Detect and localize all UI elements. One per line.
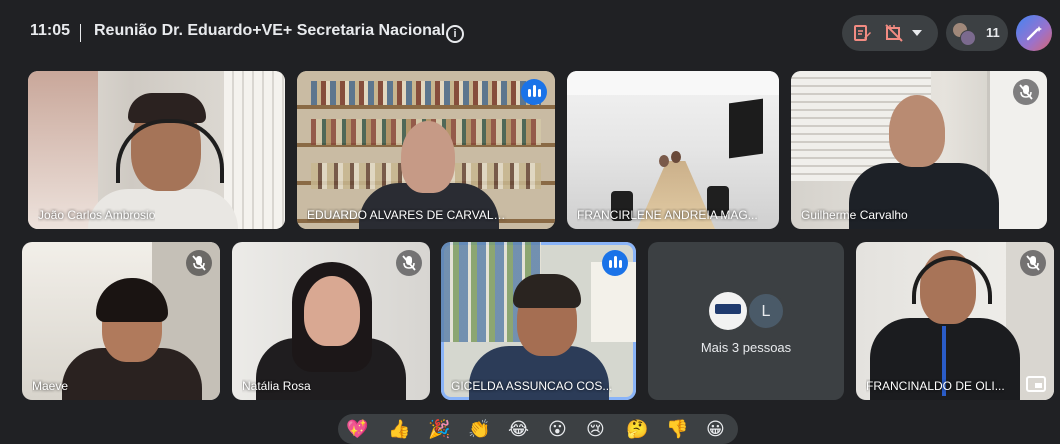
participant-tile[interactable]: FRANCIRLENE ANDREIA MAG... — [567, 71, 779, 229]
reaction-button[interactable]: 💖 — [346, 420, 368, 438]
reaction-button[interactable]: 😢 — [586, 420, 605, 438]
participant-tile[interactable]: EDUARDO ALVARES DE CARVALHO — [297, 71, 555, 229]
meeting-time: 11:05 — [30, 22, 71, 39]
window-background — [28, 71, 98, 229]
muted-microphone-icon — [1013, 79, 1039, 105]
participants-button[interactable]: 11 — [946, 15, 1008, 51]
picture-in-picture-icon[interactable] — [1026, 376, 1046, 392]
participant-name: Natália Rosa — [242, 379, 311, 393]
muted-microphone-icon — [1020, 250, 1046, 276]
participant-tile[interactable]: Natália Rosa — [232, 242, 430, 400]
info-icon[interactable]: i — [446, 25, 464, 43]
participant-tile[interactable]: João Carlos Ambrosio — [28, 71, 285, 229]
top-bar: 11:05 Reunião Dr. Eduardo+VE+ Secretaria… — [0, 0, 1060, 66]
reaction-button[interactable]: 🎉 — [428, 420, 450, 438]
chevron-down-icon[interactable] — [912, 30, 922, 36]
title-separator — [80, 24, 81, 42]
participant-name: EDUARDO ALVARES DE CARVALHO — [307, 208, 507, 222]
participant-name: Maeve — [32, 379, 69, 393]
person-head — [659, 155, 669, 167]
participant-name: Guilherme Carvalho — [801, 208, 908, 222]
gemini-button[interactable] — [1016, 15, 1052, 51]
more-participants-label: Mais 3 pessoas — [700, 340, 792, 355]
speaking-indicator-icon — [602, 250, 628, 276]
participant-tile[interactable]: GICELDA ASSUNCAO COS... — [441, 242, 636, 400]
participant-tile[interactable]: FRANCINALDO DE OLI... — [856, 242, 1054, 400]
organization-avatar — [709, 292, 747, 330]
meeting-title: Reunião Dr. Eduardo+VE+ Secretaria Nacio… — [94, 22, 446, 39]
participant-tile[interactable]: Maeve — [22, 242, 220, 400]
more-participants-tile[interactable]: L Mais 3 pessoas — [648, 242, 844, 400]
recording-off-icon[interactable] — [884, 23, 904, 43]
person-head — [401, 121, 455, 193]
muted-microphone-icon — [396, 250, 422, 276]
host-tools-pill[interactable] — [842, 15, 938, 51]
speaking-indicator-icon — [521, 79, 547, 105]
reaction-button[interactable]: 🤔 — [626, 420, 648, 438]
person-hair — [513, 274, 581, 308]
person-head — [889, 95, 945, 167]
participant-tile[interactable]: Guilherme Carvalho — [791, 71, 1047, 229]
participant-avatars — [952, 22, 976, 46]
reaction-button[interactable]: 😮 — [548, 420, 567, 438]
avatar: L — [747, 292, 785, 330]
more-reactions-button[interactable]: 😀 — [706, 420, 725, 438]
person-head — [304, 276, 360, 346]
person-head — [671, 151, 681, 163]
participant-name: FRANCIRLENE ANDREIA MAG... — [577, 208, 758, 222]
magic-pen-icon — [1026, 26, 1042, 41]
avatar-letter: L — [761, 303, 771, 320]
wall-tv — [729, 98, 763, 159]
reaction-button[interactable]: 👍 — [388, 420, 410, 438]
books-row — [311, 81, 541, 105]
blinds-background — [224, 71, 285, 229]
participant-name: GICELDA ASSUNCAO COS... — [451, 379, 613, 393]
logo-shape — [715, 304, 741, 314]
reactions-bar: 💖 👍 🎉 👏 😂 😮 😢 🤔 👎 😀 — [338, 414, 738, 444]
participant-name: João Carlos Ambrosio — [38, 208, 156, 222]
participant-name: FRANCINALDO DE OLI... — [866, 379, 1005, 393]
headset — [912, 256, 992, 304]
participant-count: 11 — [986, 25, 1000, 40]
muted-microphone-icon — [186, 250, 212, 276]
edit-document-icon[interactable] — [852, 23, 872, 43]
reaction-button[interactable]: 👏 — [468, 420, 490, 438]
ceiling — [567, 71, 779, 95]
reaction-button[interactable]: 👎 — [666, 420, 688, 438]
reaction-button[interactable]: 😂 — [508, 420, 529, 438]
